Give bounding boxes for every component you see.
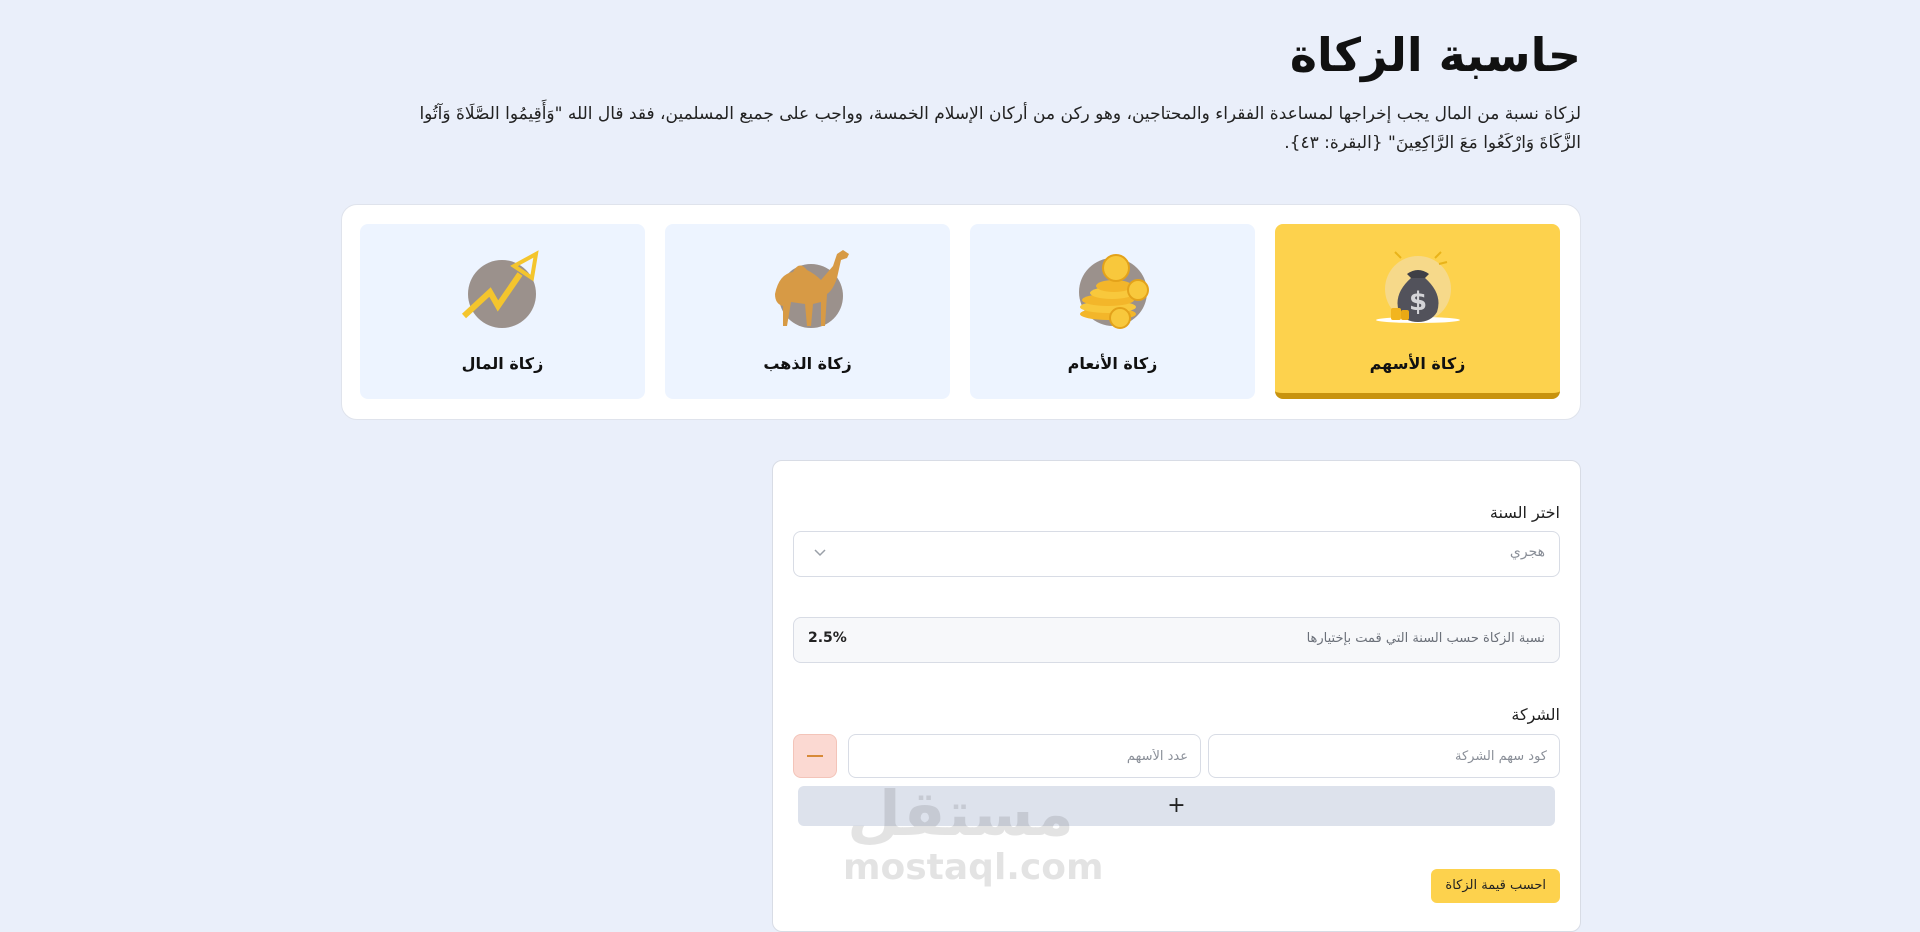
remove-row-button[interactable]	[793, 734, 837, 778]
tab-money-zakat[interactable]: زكاة المال	[360, 224, 645, 399]
tab-shares-zakat[interactable]: $ زكاة الأسهم	[1275, 224, 1560, 399]
add-row-button[interactable]: +	[798, 786, 1555, 826]
year-select-value: هجري	[1509, 544, 1545, 560]
page-title: حاسبة الزكاة	[1289, 28, 1581, 82]
plus-icon: +	[1167, 793, 1186, 818]
tab-livestock-zakat[interactable]: زكاة الأنعام	[970, 224, 1255, 399]
zakat-rate-box: نسبة الزكاة حسب السنة التي قمت بإختيارها…	[793, 617, 1560, 663]
tab-label: زكاة الأسهم	[1369, 354, 1466, 373]
company-code-input[interactable]	[1208, 734, 1560, 778]
money-bag-icon: $	[1375, 251, 1460, 323]
svg-text:$: $	[1408, 287, 1426, 317]
tab-label: زكاة الذهب	[763, 354, 852, 373]
tab-gold-zakat[interactable]: زكاة الذهب	[665, 224, 950, 399]
chevron-down-icon	[814, 549, 826, 557]
zakat-rate-label: نسبة الزكاة حسب السنة التي قمت بإختيارها	[1306, 631, 1545, 646]
year-label: اختر السنة	[1489, 503, 1560, 522]
gold-coins-icon	[1078, 254, 1149, 329]
trend-arrow-icon	[461, 250, 539, 328]
tab-label: زكاة المال	[461, 354, 544, 373]
shares-count-input[interactable]	[848, 734, 1201, 778]
company-label: الشركة	[1511, 705, 1560, 724]
year-select[interactable]: هجري	[793, 531, 1560, 577]
zakat-form: اختر السنة هجري نسبة الزكاة حسب السنة ال…	[772, 460, 1581, 932]
camel-icon	[774, 250, 849, 328]
tab-label: زكاة الأنعام	[1067, 354, 1158, 373]
page-intro: لزكاة نسبة من المال يجب إخراجها لمساعدة …	[419, 104, 1581, 153]
calculate-zakat-button[interactable]: احسب قيمة الزكاة	[1431, 869, 1560, 903]
zakat-rate-value: 2.5%	[808, 630, 847, 646]
zakat-type-tabs: $ زكاة الأسهم زكاة الأنعام زكاة الذهب زك…	[341, 204, 1581, 420]
